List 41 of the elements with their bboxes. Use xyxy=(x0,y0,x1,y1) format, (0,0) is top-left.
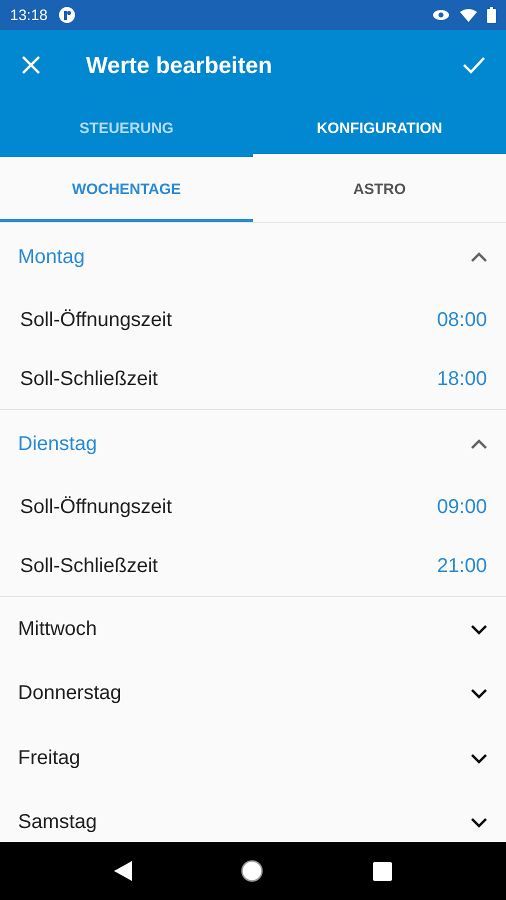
day-header[interactable]: Mittwoch xyxy=(0,597,506,662)
time-label: Soll-Schließzeit xyxy=(20,368,158,391)
day-name: Mittwoch xyxy=(18,618,97,641)
time-value[interactable]: 18:00 xyxy=(436,368,487,391)
recents-button[interactable] xyxy=(372,862,392,880)
chevron-down-icon xyxy=(470,817,488,828)
app-notification-icon xyxy=(58,6,76,24)
subtab[interactable]: WOCHENTAGE xyxy=(0,160,253,222)
day-header[interactable]: Dienstag xyxy=(0,410,506,478)
screen-title: Werte bearbeiten xyxy=(86,52,274,78)
day-name: Freitag xyxy=(18,746,80,770)
time-label: Soll-Öffnungszeit xyxy=(20,309,172,332)
time-label: Soll-Schließzeit xyxy=(20,555,158,578)
tab[interactable]: STEUERUNG xyxy=(0,100,253,157)
day-name: Dienstag xyxy=(18,432,97,456)
back-button[interactable] xyxy=(114,861,132,881)
subtab[interactable]: ASTRO xyxy=(253,160,506,222)
chevron-down-icon xyxy=(470,624,488,635)
day-header[interactable]: Freitag xyxy=(0,726,506,790)
day-name: Montag xyxy=(18,246,85,268)
tab[interactable]: KONFIGURATION xyxy=(253,100,506,157)
time-label: Soll-Öffnungszeit xyxy=(20,496,172,519)
close-button[interactable] xyxy=(20,54,42,76)
day-header[interactable]: Samstag xyxy=(0,790,506,842)
chevron-up-icon xyxy=(470,252,488,262)
home-button[interactable] xyxy=(240,859,264,883)
confirm-button[interactable] xyxy=(462,55,486,75)
time-value[interactable]: 08:00 xyxy=(436,309,487,332)
day-name: Samstag xyxy=(18,811,97,834)
battery-icon xyxy=(487,7,496,23)
time-value[interactable]: 21:00 xyxy=(436,555,487,578)
eye-icon xyxy=(432,9,450,21)
chevron-down-icon xyxy=(470,752,488,764)
day-name: Donnerstag xyxy=(18,682,122,706)
chevron-down-icon xyxy=(470,688,488,700)
wifi-icon xyxy=(460,8,477,22)
time-value[interactable]: 09:00 xyxy=(436,496,487,519)
day-header[interactable]: Donnerstag xyxy=(0,662,506,726)
status-time: 13:18 xyxy=(10,6,48,24)
day-header[interactable]: Montag xyxy=(0,223,506,291)
chevron-up-icon xyxy=(470,438,488,450)
